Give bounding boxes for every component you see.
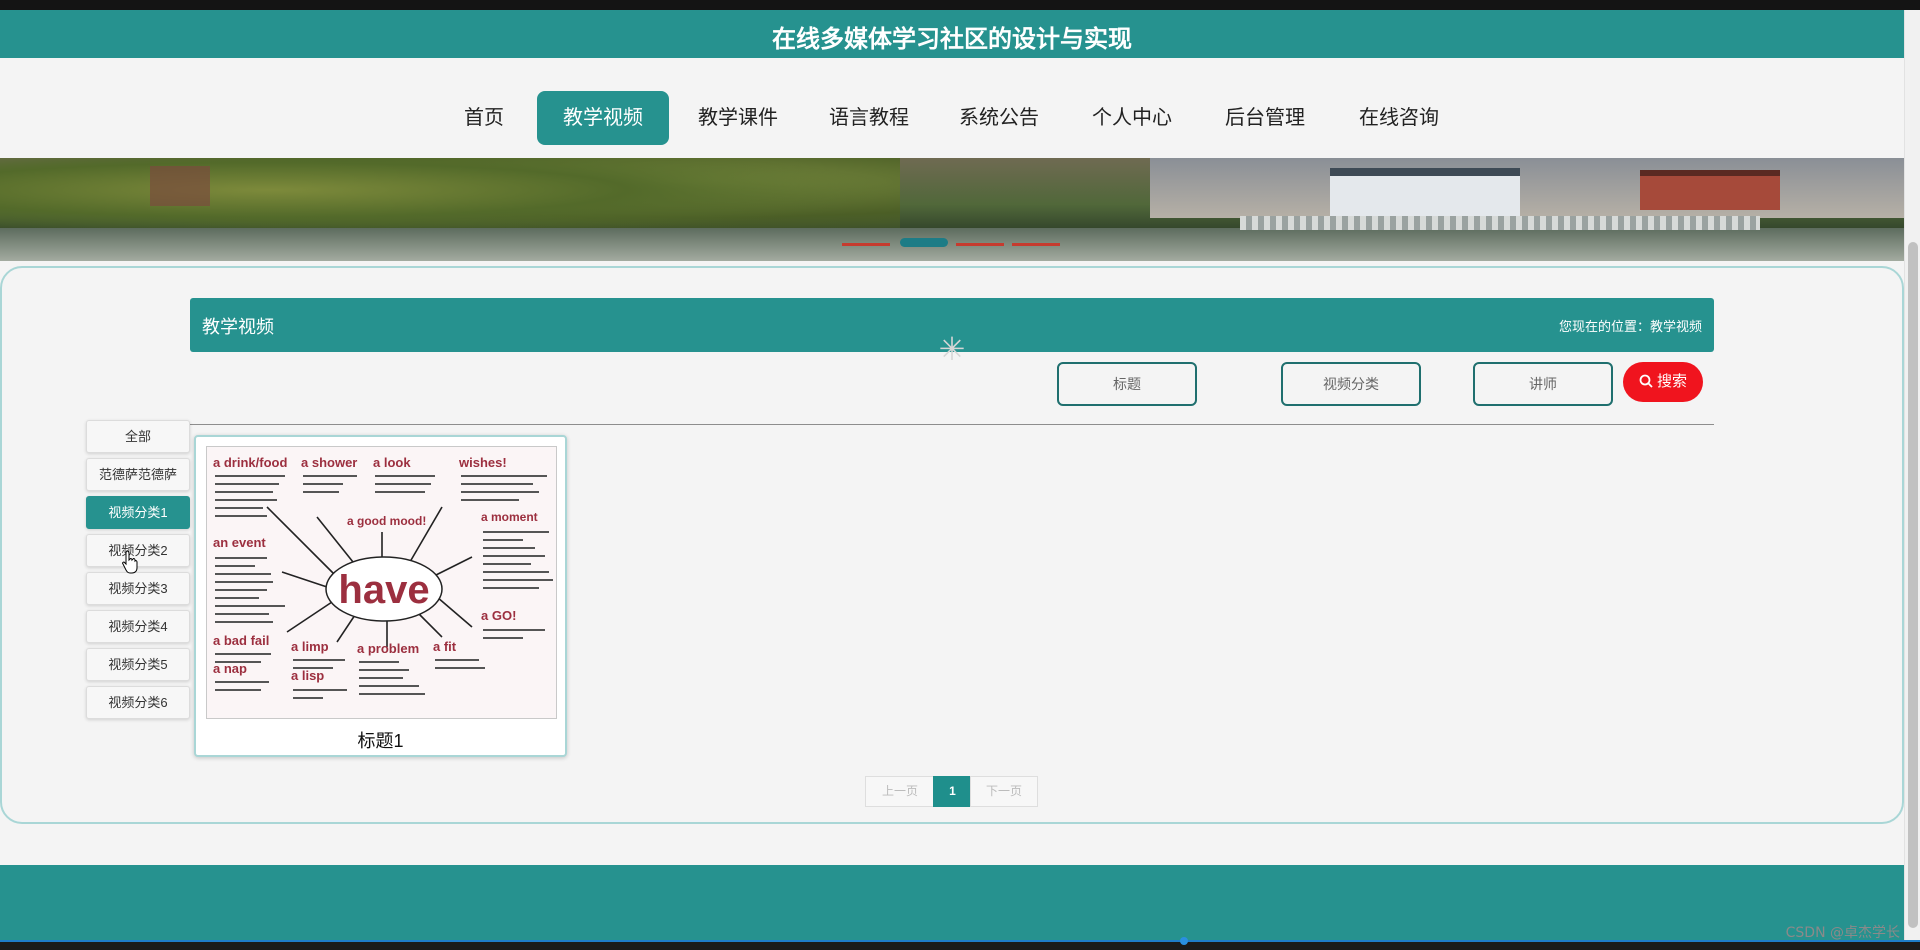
nav-item-teaching-video[interactable]: 教学视频 xyxy=(537,91,669,145)
search-category-input[interactable] xyxy=(1281,362,1421,406)
taskbar-indicator-icon xyxy=(1180,937,1188,945)
nav-item-courseware[interactable]: 教学课件 xyxy=(688,91,788,145)
nav-item-language-tutorial[interactable]: 语言教程 xyxy=(819,91,919,145)
site-header: 在线多媒体学习社区的设计与实现 xyxy=(0,10,1904,58)
svg-text:a bad fail: a bad fail xyxy=(213,633,269,648)
svg-text:a drink/food: a drink/food xyxy=(213,455,287,470)
category-item[interactable]: 范德萨范德萨 xyxy=(86,458,190,491)
banner-carousel[interactable] xyxy=(0,158,1904,261)
banner-pavilion-image xyxy=(1330,168,1520,218)
pagination-prev-button[interactable]: 上一页 xyxy=(865,776,935,807)
svg-text:a moment: a moment xyxy=(481,510,538,524)
video-title[interactable]: 标题1 xyxy=(196,727,565,753)
divider xyxy=(190,424,1714,425)
scrollbar-thumb[interactable] xyxy=(1908,242,1918,928)
search-button-label: 搜索 xyxy=(1656,373,1687,390)
svg-text:a look: a look xyxy=(373,455,411,470)
video-thumbnail[interactable]: have a drink/food a shower a look wishes… xyxy=(206,446,557,719)
search-title-input[interactable] xyxy=(1057,362,1197,406)
section-title: 教学视频 xyxy=(202,317,274,337)
svg-text:a nap: a nap xyxy=(213,661,247,676)
nav-item-home[interactable]: 首页 xyxy=(448,91,520,145)
vertical-scrollbar[interactable] xyxy=(1904,10,1920,940)
pagination-current-page[interactable]: 1 xyxy=(933,776,972,807)
watermark: CSDN @卓杰学长 xyxy=(1785,925,1900,941)
category-item-active[interactable]: 视频分类1 xyxy=(86,496,190,529)
category-item-all[interactable]: 全部 xyxy=(86,420,190,453)
site-footer xyxy=(0,865,1904,940)
svg-text:a fit: a fit xyxy=(433,639,457,654)
svg-text:a problem: a problem xyxy=(357,641,419,656)
loading-spinner-icon: ✳ xyxy=(938,331,966,367)
svg-text:a limp: a limp xyxy=(291,639,329,654)
site-title: 在线多媒体学习社区的设计与实现 xyxy=(772,26,1132,53)
svg-text:an event: an event xyxy=(213,535,266,550)
window-top-strip xyxy=(0,0,1920,10)
main-nav: 首页 教学视频 教学课件 语言教程 系统公告 个人中心 后台管理 在线咨询 xyxy=(0,58,1904,168)
search-lecturer-input[interactable] xyxy=(1473,362,1613,406)
page: 在线多媒体学习社区的设计与实现 首页 教学视频 教学课件 语言教程 系统公告 个… xyxy=(0,10,1904,940)
svg-text:a lisp: a lisp xyxy=(291,668,324,683)
svg-text:a shower: a shower xyxy=(301,455,357,470)
nav-item-online-consult[interactable]: 在线咨询 xyxy=(1349,91,1449,145)
taskbar xyxy=(0,937,1920,950)
category-item[interactable]: 视频分类6 xyxy=(86,686,190,719)
svg-text:wishes!: wishes! xyxy=(458,455,507,470)
category-item[interactable]: 视频分类4 xyxy=(86,610,190,643)
nav-item-personal-center[interactable]: 个人中心 xyxy=(1082,91,1182,145)
search-icon xyxy=(1639,362,1653,402)
carousel-indicator-active[interactable] xyxy=(900,238,948,247)
svg-text:a good mood!: a good mood! xyxy=(347,514,426,528)
svg-text:a GO!: a GO! xyxy=(481,608,516,623)
pagination-next-button[interactable]: 下一页 xyxy=(970,776,1038,807)
carousel-indicator[interactable] xyxy=(842,243,890,246)
carousel-indicator[interactable] xyxy=(1012,243,1060,246)
category-item[interactable]: 视频分类3 xyxy=(86,572,190,605)
category-item[interactable]: 视频分类5 xyxy=(86,648,190,681)
category-item[interactable]: 视频分类2 xyxy=(86,534,190,567)
search-button[interactable]: 搜索 xyxy=(1623,362,1703,402)
nav-item-admin[interactable]: 后台管理 xyxy=(1215,91,1315,145)
video-card[interactable]: have a drink/food a shower a look wishes… xyxy=(194,435,567,757)
mouse-cursor-icon xyxy=(122,550,138,574)
thumbnail-center-word: have xyxy=(338,568,429,612)
carousel-indicator[interactable] xyxy=(956,243,1004,246)
nav-item-announcements[interactable]: 系统公告 xyxy=(949,91,1049,145)
breadcrumb: 您现在的位置：教学视频 xyxy=(1558,319,1702,334)
